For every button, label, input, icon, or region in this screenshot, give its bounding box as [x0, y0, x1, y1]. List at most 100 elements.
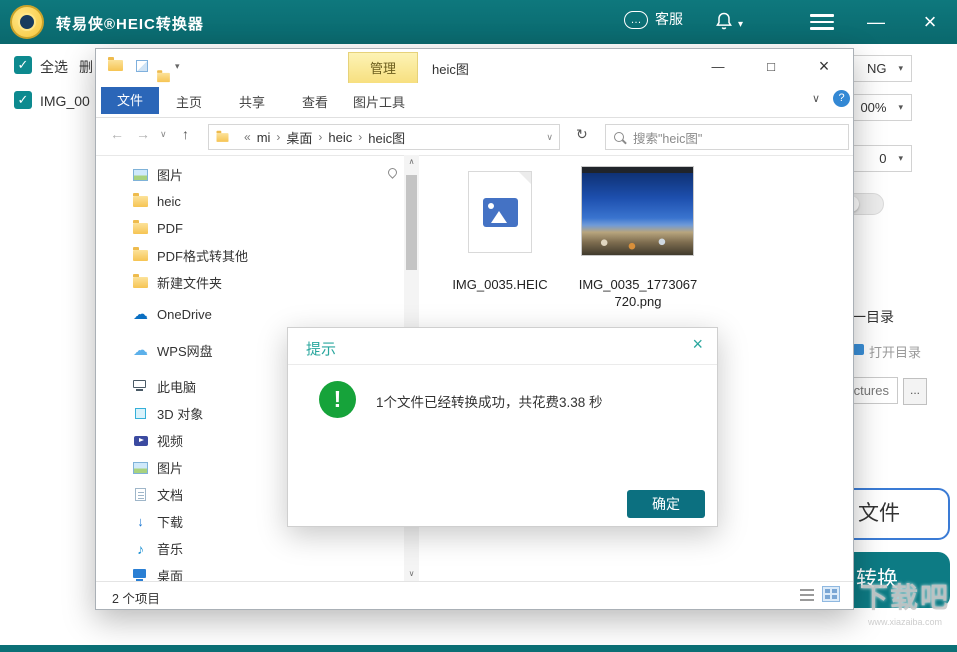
up-icon[interactable]: ↑ — [182, 126, 189, 142]
thumbnail-view-icon[interactable] — [822, 586, 840, 602]
sidebar-item-heic[interactable]: heic — [132, 188, 396, 215]
caret-down-icon: ▾ — [898, 153, 903, 164]
breadcrumb-item[interactable]: 桌面 — [286, 128, 312, 147]
file-icon-heic[interactable] — [468, 171, 532, 253]
tab-manage[interactable]: 管理 — [348, 52, 418, 84]
dialog-divider — [288, 364, 717, 365]
sidebar-item-onedrive[interactable]: ☁ OneDrive — [132, 301, 396, 328]
qat-newfolder-icon[interactable] — [157, 73, 170, 82]
forward-icon[interactable]: → — [136, 126, 150, 142]
customer-service-label: 客服 — [655, 9, 683, 29]
image-glyph-icon — [483, 198, 518, 227]
output-dir-label: 一目录 — [852, 307, 894, 327]
wps-cloud-icon: ☁ — [132, 343, 149, 358]
file-row-checkbox[interactable]: ✓ — [14, 91, 32, 109]
browse-button[interactable]: ... — [903, 378, 927, 405]
app-close-button[interactable]: × — [910, 0, 950, 44]
file-name[interactable]: IMG_0035.HEIC — [436, 277, 564, 294]
folder-icon — [133, 277, 148, 288]
breadcrumb-item[interactable]: mi — [257, 130, 271, 145]
details-view-icon[interactable] — [800, 589, 814, 601]
file-thumbnail-png[interactable] — [581, 166, 694, 256]
app-logo-icon — [10, 5, 44, 39]
caret-down-icon: ▾ — [898, 102, 903, 113]
explorer-minimize-button[interactable]: — — [694, 49, 742, 83]
sidebar-item-label: 图片 — [157, 458, 183, 477]
sidebar-item-label: 视频 — [157, 431, 183, 450]
app-titlebar: 转易侠®HEIC转换器 … 客服 ▾ — × — [0, 0, 957, 44]
sidebar-item-label: PDF格式转其他 — [157, 246, 248, 265]
sidebar-item-music[interactable]: ♪ 音乐 — [132, 535, 396, 562]
check-icon: ✓ — [18, 92, 29, 108]
check-icon: ✓ — [18, 57, 29, 73]
back-icon[interactable]: ← — [110, 126, 124, 142]
breadcrumb-item[interactable]: heic — [328, 130, 352, 145]
menu-button[interactable] — [810, 14, 834, 34]
success-icon: ! — [319, 381, 356, 418]
address-bar[interactable]: « mi › 桌面 › heic › heic图 ∨ — [208, 124, 560, 150]
select-all-label[interactable]: 全选 — [40, 57, 68, 77]
file-name[interactable]: IMG_0035_1773067720.png — [576, 277, 700, 311]
ok-button[interactable]: 确定 — [627, 490, 705, 518]
explorer-window-title: heic图 — [432, 59, 469, 78]
customer-service-button[interactable]: … 客服 — [624, 9, 683, 29]
scroll-down-icon[interactable]: ∨ — [404, 567, 419, 581]
qat-customize-caret-icon[interactable]: ▾ — [175, 61, 180, 72]
search-placeholder: 搜索"heic图" — [633, 128, 702, 147]
sidebar-item-label: PDF — [157, 221, 183, 236]
search-input[interactable]: 搜索"heic图" — [605, 124, 849, 150]
sidebar-item-label: 此电脑 — [157, 377, 196, 396]
item-count: 2 个项目 — [112, 588, 160, 607]
app-minimize-button[interactable]: — — [856, 0, 896, 44]
sidebar-item-new-folder[interactable]: 新建文件夹 — [132, 269, 396, 296]
sidebar-item-label: 文档 — [157, 485, 183, 504]
address-toolbar: ← → ∨ ↑ « mi › 桌面 › heic › heic图 ∨ ↻ 搜索"… — [96, 118, 853, 156]
dialog-close-icon[interactable]: × — [692, 334, 703, 355]
ribbon-expand-icon[interactable]: ∨ — [812, 92, 820, 105]
3d-objects-icon — [135, 408, 146, 419]
app-title: 转易侠®HEIC转换器 — [56, 13, 204, 34]
onedrive-cloud-icon: ☁ — [132, 307, 149, 322]
dialog-message: 1个文件已经转换成功，共花费3.38 秒 — [376, 391, 603, 411]
refresh-icon[interactable]: ↻ — [576, 126, 588, 143]
tab-file[interactable]: 文件 — [101, 87, 159, 114]
search-icon — [614, 132, 624, 142]
sidebar-item-label: 下载 — [157, 512, 183, 531]
folder-icon — [133, 196, 148, 207]
scroll-up-icon[interactable]: ∧ — [404, 155, 419, 169]
tab-share[interactable]: 共享 — [239, 92, 265, 111]
videos-icon — [134, 436, 148, 446]
select-all-checkbox[interactable]: ✓ — [14, 56, 32, 74]
delete-label[interactable]: 删 — [79, 57, 93, 77]
breadcrumb-item[interactable]: heic图 — [368, 128, 405, 147]
tab-home[interactable]: 主页 — [176, 92, 202, 111]
sidebar-item-pdf[interactable]: PDF — [132, 215, 396, 242]
file-row-label: IMG_00 — [40, 93, 90, 109]
explorer-statusbar: 2 个项目 — [96, 581, 853, 609]
open-dir-link[interactable]: 打开目录 — [869, 342, 921, 361]
caret-down-icon: ▾ — [738, 19, 743, 30]
message-dialog: 提示 × ! 1个文件已经转换成功，共花费3.38 秒 确定 — [287, 327, 718, 527]
notifications-button[interactable]: ▾ — [716, 12, 743, 36]
open-folder-icon — [853, 344, 864, 355]
sidebar-item-pictures-pinned[interactable]: 图片 — [132, 161, 396, 188]
breadcrumb-prefix: « — [244, 130, 251, 144]
qat-properties-icon[interactable] — [136, 60, 148, 72]
convert-label: 转换 — [856, 552, 898, 608]
chat-dots: … — [631, 15, 642, 25]
folder-icon — [133, 250, 148, 261]
scrollbar-thumb[interactable] — [406, 175, 417, 270]
folder-icon — [133, 223, 148, 234]
explorer-close-button[interactable]: × — [800, 49, 848, 83]
sidebar-item-label: 新建文件夹 — [157, 273, 222, 292]
count-value: 0 — [879, 151, 886, 166]
help-icon[interactable]: ? — [833, 90, 850, 107]
address-caret-icon[interactable]: ∨ — [546, 132, 553, 143]
downloads-icon: ↓ — [132, 514, 149, 529]
sidebar-item-label: WPS网盘 — [157, 341, 213, 360]
sidebar-item-pdf-convert[interactable]: PDF格式转其他 — [132, 242, 396, 269]
explorer-maximize-button[interactable]: □ — [747, 49, 795, 83]
tab-view[interactable]: 查看 — [302, 92, 328, 111]
recent-caret-icon[interactable]: ∨ — [160, 129, 167, 140]
tab-picture-tools[interactable]: 图片工具 — [353, 92, 405, 111]
